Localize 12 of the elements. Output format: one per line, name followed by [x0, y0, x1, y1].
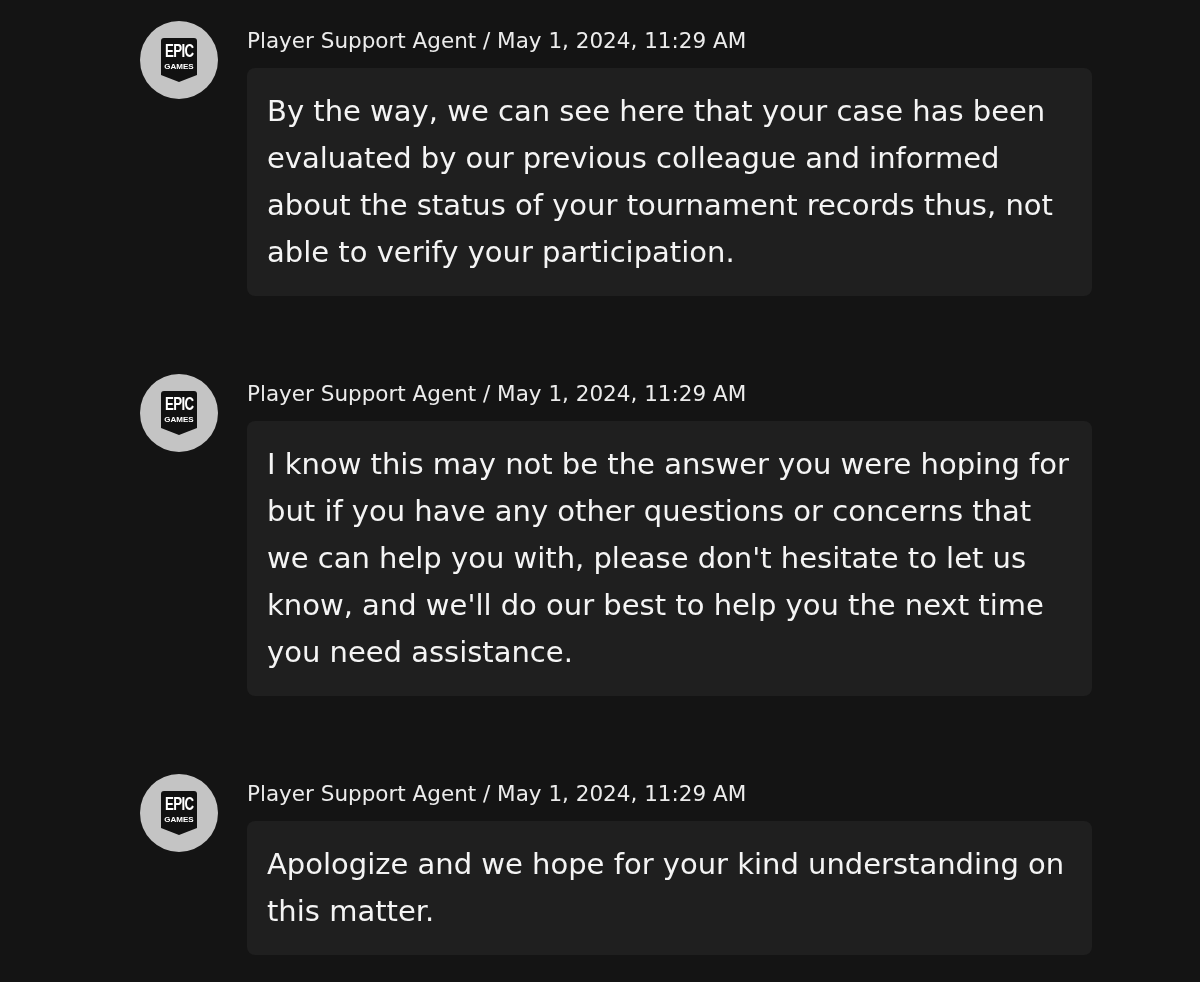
message-byline: Player Support Agent / May 1, 2024, 11:29 AM — [247, 380, 748, 408]
logo-text: EPIC — [164, 794, 194, 813]
message-text: I know this may not be the answer you were hoping for but if you have any other questions or concerns that we can help you with, please don't hesitate to let us know, and we'll do our best to help you the next time you need assistance. — [267, 446, 1070, 671]
message-byline: Player Support Agent / May 1, 2024, 11:29 AM — [247, 27, 748, 55]
message-text: Apologize and we hope for your kind understanding on this matter. — [267, 846, 1066, 930]
logo-text: GAMES — [164, 415, 194, 424]
logo-text: GAMES — [164, 62, 194, 71]
logo-text: GAMES — [164, 815, 194, 824]
message-text: By the way, we can see here that your case has been evaluated by our previous colleague and informed about the status of your tournament records thus, not able to verify your participation. — [267, 93, 1054, 271]
logo-text: EPIC — [164, 41, 194, 60]
logo-text: EPIC — [164, 394, 194, 413]
message-byline: Player Support Agent / May 1, 2024, 11:29 AM — [247, 780, 748, 808]
